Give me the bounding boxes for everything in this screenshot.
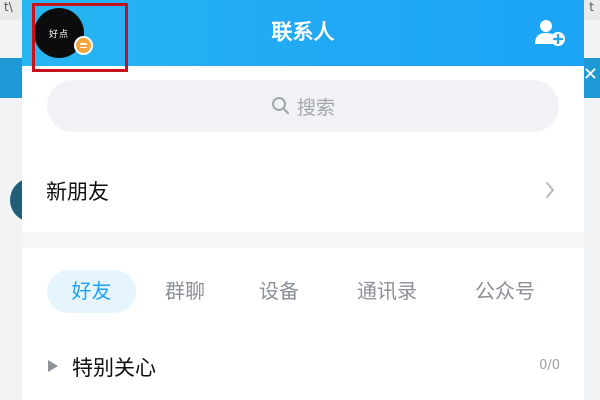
tab-official-accounts[interactable]: 公众号 [455,270,555,313]
search-input[interactable]: 搜索 [47,80,559,132]
tab-address-book[interactable]: 通讯录 [337,270,437,313]
page-title: 联系人 [271,20,335,44]
header-bar: 好点 联系人 [22,0,584,72]
group-label: 特别关心 [72,356,156,380]
background-text-right: t [589,0,594,14]
new-friends-label: 新朋友 [46,180,109,204]
group-count: 0/0 [539,358,560,373]
contacts-panel: 好点 联系人 搜索 新朋友 好友 群聊 设备 通讯录 公众号 特别关心 0/0 [22,0,584,400]
group-row-special-care[interactable]: 特别关心 0/0 [22,346,584,390]
background-close-icon[interactable]: ✕ [583,64,598,85]
new-friends-row[interactable]: 新朋友 [22,160,584,220]
tab-groups[interactable]: 群聊 [147,270,223,313]
tab-friends[interactable]: 好友 [47,270,136,313]
search-icon [271,97,290,115]
background-strip-left [0,58,22,98]
chevron-right-icon [546,182,554,198]
add-contact-icon[interactable] [534,18,566,46]
expand-triangle-icon [48,360,58,372]
search-placeholder: 搜索 [296,96,335,119]
section-divider [22,232,584,248]
tab-devices[interactable]: 设备 [241,270,317,313]
background-text-left: t\ [4,0,13,14]
